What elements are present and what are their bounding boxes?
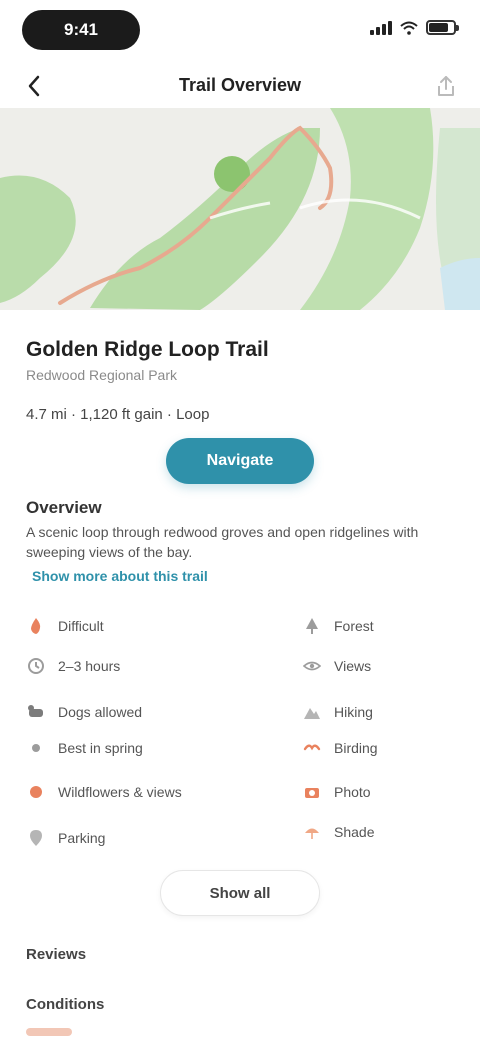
- list-item-reviews[interactable]: Reviews: [26, 946, 86, 963]
- sun-icon: [26, 738, 46, 758]
- share-icon: [438, 76, 454, 96]
- feature-item: Forest: [302, 614, 374, 638]
- feature-item: 2–3 hours: [26, 654, 120, 678]
- feature-item: Dogs allowed: [26, 700, 142, 724]
- battery-icon: [426, 20, 459, 35]
- status-bar: 9:41: [0, 0, 480, 62]
- trailhead-marker[interactable]: [214, 156, 250, 192]
- read-more-link[interactable]: Show more about this trail: [32, 568, 208, 584]
- feature-item: Photo: [302, 780, 371, 804]
- status-time: 9:41: [22, 10, 140, 50]
- trail-map[interactable]: [0, 108, 480, 310]
- bird-icon: [302, 738, 322, 758]
- feature-item: Wildflowers & views: [26, 780, 182, 804]
- feature-item: Shade: [302, 820, 374, 844]
- signal-icon: [370, 20, 392, 35]
- shade-icon: [302, 822, 322, 842]
- feature-item: Birding: [302, 736, 378, 760]
- trail-description: A scenic loop through redwood groves and…: [26, 524, 419, 560]
- navigate-button[interactable]: Navigate: [166, 438, 314, 484]
- pin-icon: [26, 828, 46, 848]
- share-button[interactable]: [432, 72, 460, 100]
- back-button[interactable]: [20, 72, 48, 100]
- dog-icon: [26, 702, 46, 722]
- chevron-left-icon: [28, 75, 40, 97]
- see-all-button[interactable]: Show all: [160, 870, 320, 916]
- wifi-icon: [400, 21, 418, 35]
- map-canvas: [0, 108, 480, 310]
- list-item-conditions[interactable]: Conditions: [26, 996, 104, 1013]
- flame-icon: [26, 616, 46, 636]
- camera-icon: [302, 782, 322, 802]
- eye-icon: [302, 656, 322, 676]
- feature-item: Best in spring: [26, 736, 143, 760]
- nav-bar: Trail Overview: [0, 62, 480, 108]
- overview-heading: Overview: [26, 498, 102, 517]
- feature-item: Difficult: [26, 614, 104, 638]
- flower-icon: [26, 782, 46, 802]
- feature-item: Parking: [26, 826, 105, 850]
- trail-location: Redwood Regional Park: [26, 367, 177, 383]
- rating-indicator: [26, 1028, 72, 1036]
- trail-name: Golden Ridge Loop Trail: [26, 338, 269, 361]
- feature-item: Hiking: [302, 700, 373, 724]
- clock-icon: [26, 656, 46, 676]
- status-icons: [370, 20, 459, 35]
- trail-stats: 4.7 mi · 1,120 ft gain · Loop: [26, 406, 210, 423]
- feature-item: Views: [302, 654, 371, 678]
- page-title: Trail Overview: [178, 74, 302, 95]
- mountain-icon: [302, 702, 322, 722]
- tree-icon: [302, 616, 322, 636]
